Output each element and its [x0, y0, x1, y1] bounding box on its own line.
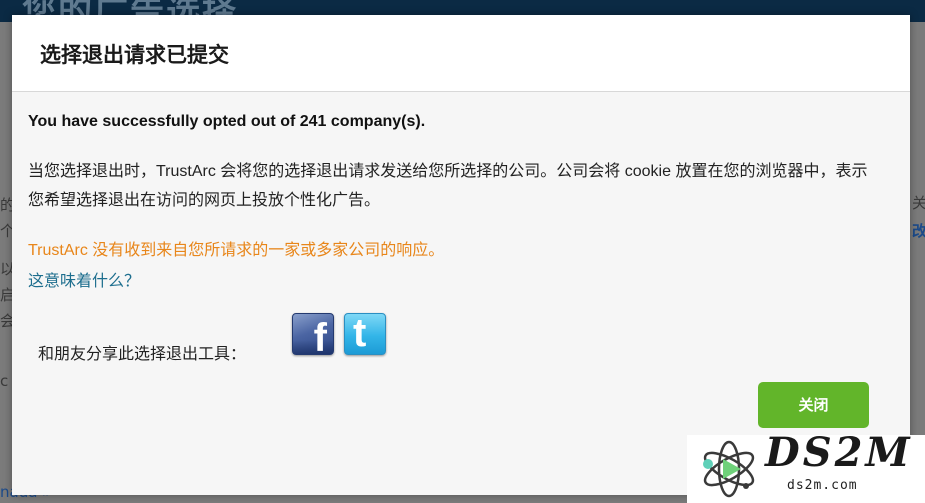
- dialog-header: 选择退出请求已提交: [12, 15, 910, 92]
- twitter-glyph: t: [353, 313, 367, 355]
- success-message: You have successfully opted out of 241 c…: [28, 113, 426, 130]
- close-button[interactable]: 关闭: [758, 382, 869, 428]
- facebook-icon[interactable]: f: [292, 313, 334, 355]
- no-response-notice: TrustArc 没有收到来自您所请求的一家或多家公司的响应。: [28, 242, 445, 259]
- share-label: 和朋友分享此选择退出工具：: [38, 346, 247, 363]
- atom-logo-icon: [703, 440, 755, 498]
- watermark-site: ds2m.com: [787, 478, 858, 493]
- background-text: c: [0, 372, 9, 390]
- twitter-icon[interactable]: t: [344, 313, 386, 355]
- background-link[interactable]: 改: [912, 220, 925, 241]
- watermark-brand: DS2M: [765, 429, 913, 476]
- close-button-label: 关闭: [798, 396, 829, 414]
- watermark: DS2M ds2m.com: [687, 429, 925, 503]
- dialog-title: 选择退出请求已提交: [40, 43, 229, 67]
- background-text: 关于: [912, 194, 925, 212]
- what-does-this-mean-link[interactable]: 这意味着什么？: [28, 267, 140, 291]
- explanation-text: 当您选择退出时，TrustArc 会将您的选择退出请求发送给您所选择的公司。公司…: [28, 163, 868, 209]
- facebook-glyph: f: [313, 316, 327, 355]
